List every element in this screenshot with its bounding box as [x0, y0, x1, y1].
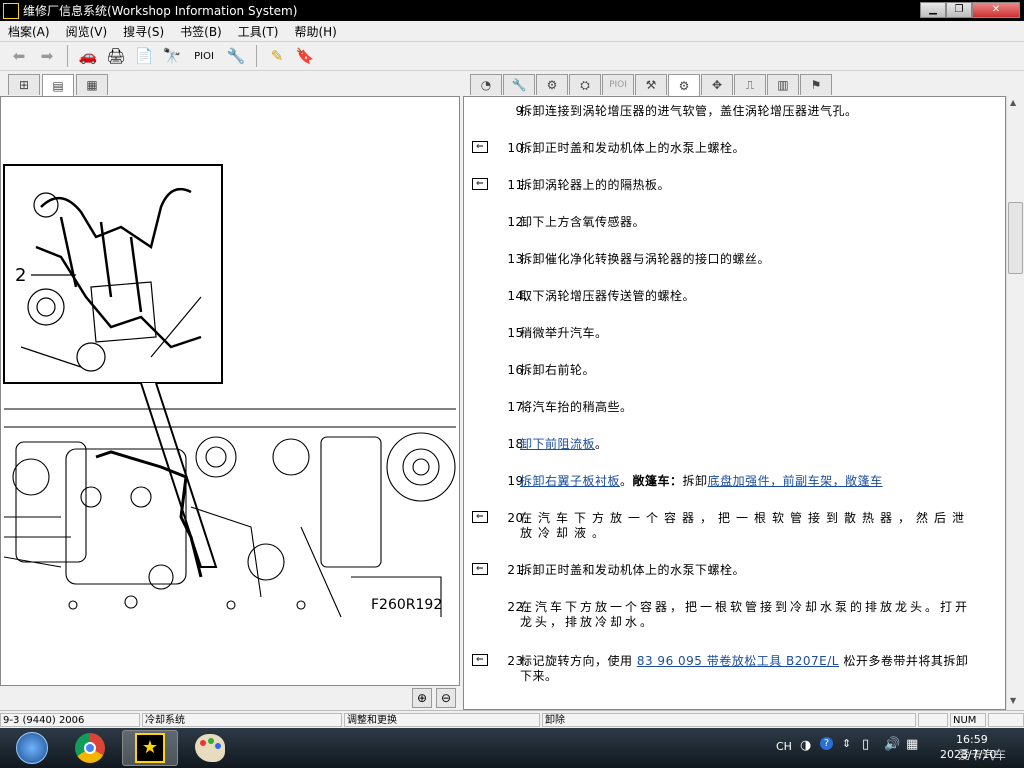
zoom-in-icon[interactable]: ⊕ — [412, 688, 432, 708]
illustration-pane: 2 F260R192 — [0, 96, 460, 686]
volume-icon[interactable]: 🔊 — [884, 737, 900, 752]
scroll-up-icon[interactable]: ▲ — [1010, 98, 1016, 107]
right-tab-strip: ◔ 🔧 ⚙ ⛭ PIOI ⚒ ⚙ ✥ ⎍ ▥ ⚑ — [466, 72, 1024, 96]
status-empty — [918, 713, 948, 727]
document-icon[interactable]: 📄 — [133, 45, 155, 67]
tab-settings-icon[interactable]: ⚑ — [800, 74, 832, 95]
close-button[interactable]: ✕ — [972, 2, 1020, 18]
remove-fender-liner-link[interactable]: 拆卸右翼子板衬板 — [520, 474, 620, 488]
toolbar-divider — [67, 45, 68, 67]
binoculars-icon[interactable]: 🔭 — [161, 45, 183, 67]
forward-arrow-icon[interactable]: ➡ — [36, 45, 58, 67]
paint-taskbar-button[interactable] — [182, 730, 238, 766]
menu-view[interactable]: 阅览(V) — [66, 23, 108, 40]
tab-gauge-icon[interactable]: ◔ — [470, 74, 502, 95]
start-button[interactable] — [4, 730, 60, 766]
chrome-icon — [75, 733, 105, 763]
print-icon[interactable]: 🖨 — [105, 45, 127, 67]
vertical-scrollbar[interactable]: ▲ ▼ — [1006, 96, 1023, 710]
engine-illustration: 2 F260R192 — [3, 164, 456, 618]
callout-number: 2 — [15, 265, 26, 286]
window-title: 维修厂信息系统(Workshop Information System) — [23, 4, 298, 18]
app-window: 维修厂信息系统(Workshop Information System) ▁ ❐… — [0, 0, 1024, 728]
menu-tools[interactable]: 工具(T) — [238, 23, 279, 40]
paint-palette-icon — [195, 734, 225, 762]
status-section: 调整和更换 — [344, 713, 540, 727]
bookmark-icon[interactable]: 🔖 — [294, 45, 316, 67]
pioi-button[interactable]: PIOI — [189, 45, 219, 67]
help-icon[interactable]: ? — [820, 737, 833, 750]
belt-tool-link[interactable]: 83 96 095 带卷放松工具 B207E/L — [637, 654, 839, 668]
chrome-taskbar-button[interactable] — [62, 730, 118, 766]
highlighter-icon[interactable]: ✎ — [266, 45, 288, 67]
menu-help[interactable]: 帮助(H) — [294, 23, 336, 40]
toolbar: ⬅ ➡ 🚗 🖨 📄 🔭 PIOI 🔧 ✎ 🔖 — [0, 41, 1024, 71]
tab-text[interactable]: ▤ — [42, 74, 74, 96]
car-icon[interactable]: 🚗 — [77, 45, 99, 67]
remove-front-spoiler-link[interactable]: 卸下前阻流板 — [520, 437, 595, 451]
tab-wrench-icon[interactable]: 🔧 — [503, 74, 535, 95]
menu-bookmarks[interactable]: 书签(B) — [180, 23, 222, 40]
scroll-down-icon[interactable]: ▼ — [1010, 696, 1016, 705]
tab-engine-icon[interactable]: ⚙ — [536, 74, 568, 95]
menu-file[interactable]: 档案(A) — [8, 23, 50, 40]
status-numlock: NUM — [950, 713, 986, 727]
tab-tools-icon[interactable]: ⚒ — [635, 74, 667, 95]
zoom-bar: ⊕ ⊖ — [0, 686, 460, 710]
windows-logo-icon — [16, 732, 48, 764]
device-icon[interactable]: ▯ — [862, 737, 869, 752]
watermark: 爱卡汽车 — [958, 748, 1007, 762]
menu-search[interactable]: 搜寻(S) — [123, 23, 164, 40]
status-model: 9-3 (9440) 2006 — [0, 713, 140, 727]
minimize-button[interactable]: ▁ — [920, 2, 946, 18]
network-icon[interactable]: ▦ — [906, 737, 918, 752]
status-action: 卸除 — [542, 713, 916, 727]
app-logo-icon — [3, 2, 19, 19]
tab-move-icon[interactable]: ✥ — [701, 74, 733, 95]
toolbar-divider — [256, 45, 257, 67]
status-system: 冷却系统 — [142, 713, 342, 727]
status-bar: 9-3 (9440) 2006 冷却系统 调整和更换 卸除 NUM — [0, 710, 1024, 728]
zoom-out-icon[interactable]: ⊖ — [436, 688, 456, 708]
back-arrow-icon[interactable]: ⬅ — [8, 45, 30, 67]
instructions-pane: 9. 拆卸连接到涡轮增压器的进气软管，盖住涡轮增压器进气孔。 ⇐ 10. 拆卸正… — [463, 96, 1006, 710]
tab-pioi[interactable]: PIOI — [602, 74, 634, 95]
tab-specs-icon[interactable]: ▥ — [767, 74, 799, 95]
menu-bar: 档案(A) 阅览(V) 搜寻(S) 书签(B) 工具(T) 帮助(H) — [0, 21, 1024, 41]
tab-parts-icon[interactable]: ⛭ — [569, 74, 601, 95]
scroll-thumb[interactable] — [1008, 202, 1023, 274]
tray-expand-icon[interactable]: ⇕ — [842, 737, 851, 750]
title-bar: 维修厂信息系统(Workshop Information System) ▁ ❐… — [0, 0, 1024, 21]
tab-tree[interactable]: ⊞ — [8, 74, 40, 95]
tab-diagram-icon[interactable]: ⎍ — [734, 74, 766, 95]
status-empty — [988, 713, 1024, 727]
maximize-button[interactable]: ❐ — [946, 2, 972, 18]
tab-repair-icon[interactable]: ⚙ — [668, 74, 700, 96]
taskbar: ★ CH ◑ ? ⇕ ▯ 🔊 ▦ 16:59 2023/7/10 爱卡汽车 — [0, 728, 1024, 768]
wis-star-icon: ★ — [135, 733, 165, 763]
chassis-reinforcement-link[interactable]: 底盘加强件，前副车架，敞篷车 — [708, 474, 883, 488]
clock-time[interactable]: 16:59 — [956, 733, 988, 746]
wis-taskbar-button[interactable]: ★ — [122, 730, 178, 766]
tab-image[interactable]: ▦ — [76, 74, 108, 95]
left-tab-strip: ⊞ ▤ ▦ — [0, 72, 460, 96]
language-indicator[interactable]: CH — [776, 740, 792, 753]
figure-label: F260R192 — [371, 597, 442, 613]
tray-app-icon[interactable]: ◑ — [800, 738, 811, 753]
tool-icon[interactable]: 🔧 — [225, 45, 247, 67]
